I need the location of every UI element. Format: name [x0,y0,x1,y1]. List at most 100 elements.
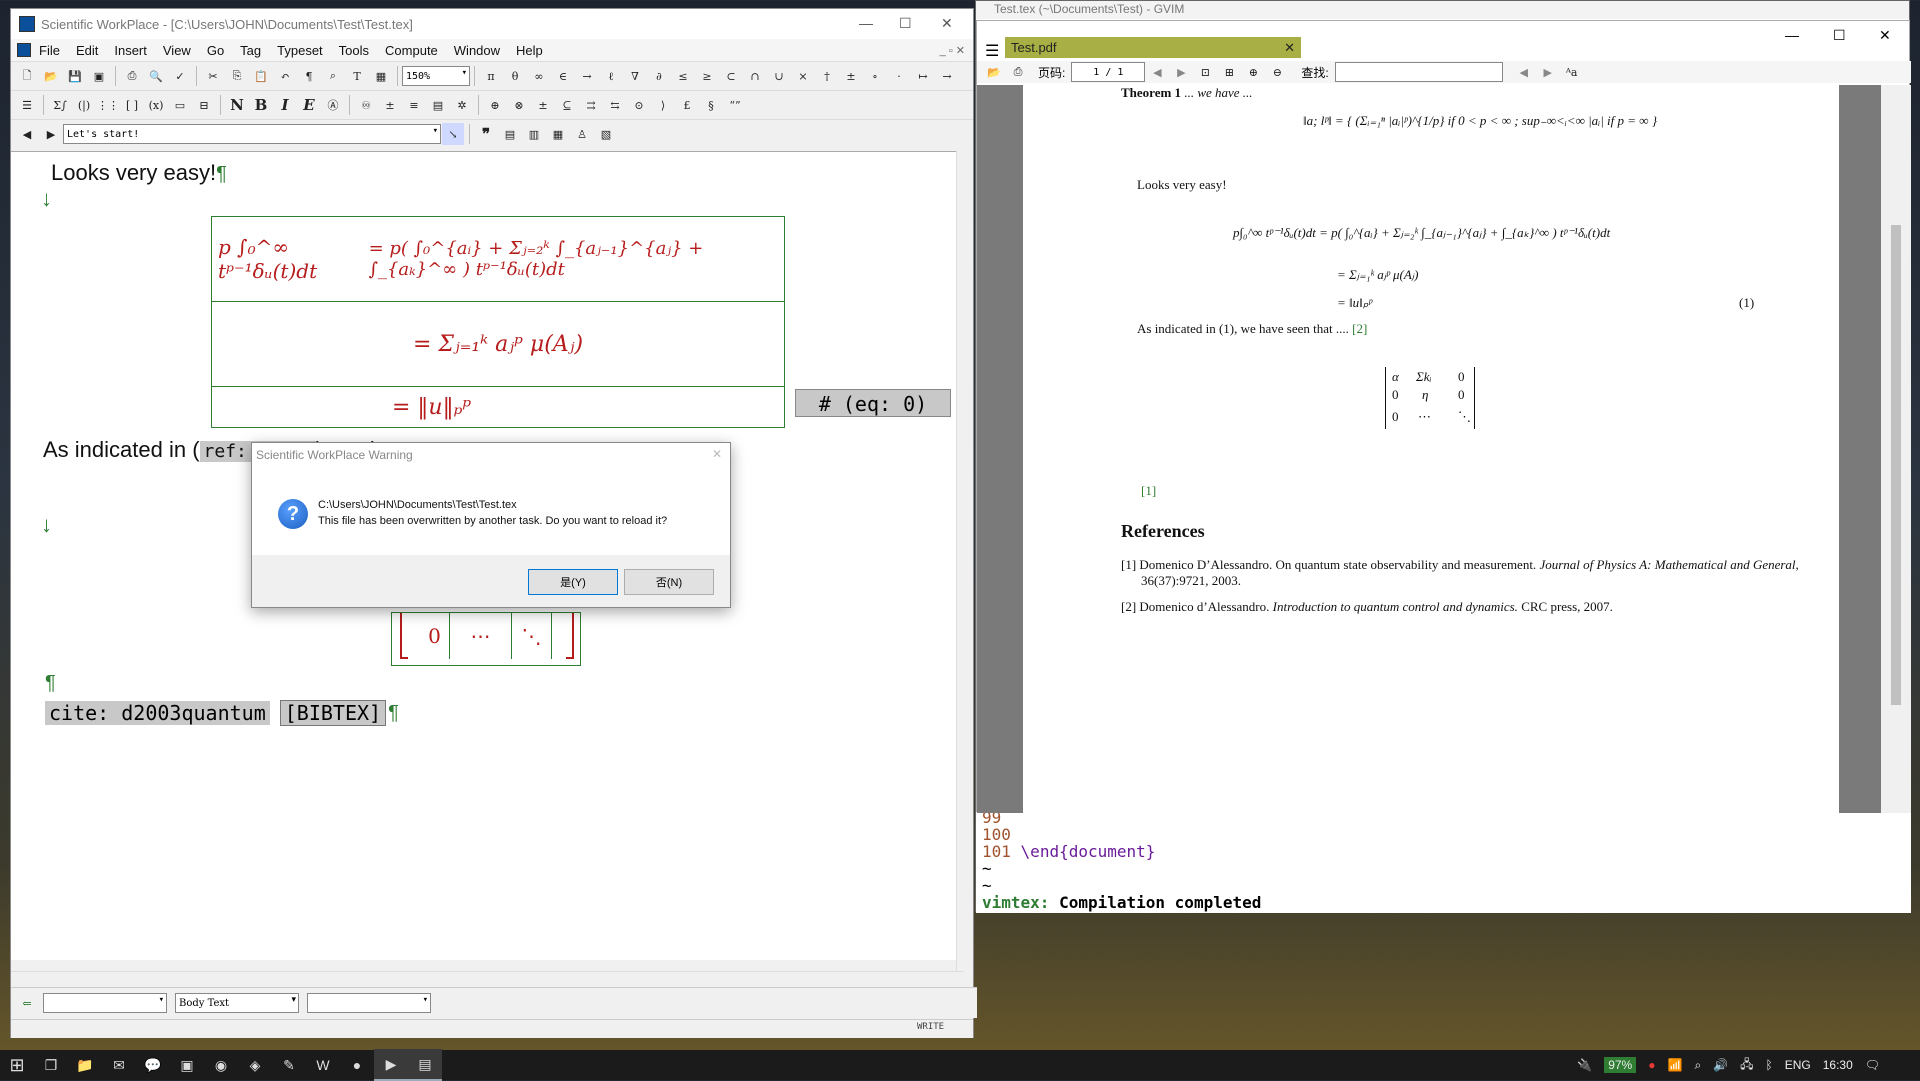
tools-icon[interactable]: ✲ [451,94,473,116]
spellcheck-icon[interactable]: ✓ [169,65,191,87]
tab-close-icon[interactable]: ✕ [1284,37,1295,58]
menu-insert[interactable]: Insert [114,43,147,58]
bold-icon[interactable]: B [250,94,272,116]
print-icon[interactable]: ⎙ [1007,61,1029,83]
minimize-icon[interactable]: — [1785,27,1799,43]
operator-6-icon[interactable]: ⇆ [604,94,626,116]
pdf-viewport[interactable]: Theorem 1 ... we have ... ‖a; lᵖ‖ = { (Σ… [977,85,1911,813]
scrollbar-thumb[interactable] [1891,225,1901,705]
doc-tool-2-icon[interactable]: ▥ [523,123,545,145]
bluetooth-icon[interactable]: ᛒ [1766,1058,1773,1072]
chrome-icon[interactable]: ◉ [204,1050,238,1080]
forward-icon[interactable]: ▶ [40,123,62,145]
wechat-icon[interactable]: 💬 [136,1050,170,1080]
subset-symbol-icon[interactable]: ⊂ [720,65,742,87]
search-input[interactable] [1334,62,1503,82]
dialog-close-icon[interactable]: ✕ [712,447,722,461]
cap-symbol-icon[interactable]: ∩ [744,65,766,87]
pdf-vertical-scrollbar[interactable] [1881,85,1911,813]
minimize-icon[interactable]: — [859,15,873,31]
file-explorer-icon[interactable]: 📁 [68,1050,102,1080]
cite-box[interactable]: cite: d2003quantum [45,701,270,725]
expression-icon[interactable]: (x) [145,94,167,116]
page-input[interactable]: 1 / 1 [1071,62,1146,82]
emphasis-icon[interactable]: E [298,94,320,116]
quote-mark-icon[interactable]: ❞ [475,123,497,145]
operator-1-icon[interactable]: ⊕ [484,94,506,116]
mail-icon[interactable]: ✉ [102,1050,136,1080]
menu-view[interactable]: View [163,43,191,58]
battery-indicator[interactable]: 97% [1604,1057,1637,1073]
section-style-select[interactable]: ▾ [43,993,167,1013]
mdi-controls-icon[interactable]: _ ▫ ✕ [940,44,965,57]
matrix-box[interactable]: 0 ⋯ ⋱ [391,612,581,666]
menu-tag[interactable]: Tag [240,43,261,58]
vim-buffer[interactable]: 99 100 101 \end{document} ~ ~ vimtex: Co… [976,809,1911,913]
app-icon[interactable]: ◈ [238,1050,272,1080]
paragraph-list-icon[interactable]: ☰ [16,94,38,116]
copy-icon[interactable]: ⎘ [226,65,248,87]
operator-5-icon[interactable]: ⇉ [580,94,602,116]
clock[interactable]: 16:30 [1823,1058,1853,1072]
fonts-icon[interactable]: Ⓐ [322,94,344,116]
wifi-icon[interactable]: 📶 [1667,1058,1682,1072]
normal-text-icon[interactable]: N [226,94,248,116]
fraction-icon[interactable]: ▭ [169,94,191,116]
sum-template-icon[interactable]: Σ∫ [49,94,71,116]
menu-typeset[interactable]: Typeset [277,43,323,58]
table-icon[interactable]: ▦ [370,65,392,87]
search-next-icon[interactable]: ▶ [1537,61,1559,83]
menu-tools[interactable]: Tools [339,43,369,58]
zoom-select[interactable]: 150% ▾ [402,66,470,86]
menu-window[interactable]: Window [454,43,500,58]
math-display-icon[interactable]: ≡ [403,94,425,116]
zoom-out-icon[interactable]: ⊖ [1266,61,1288,83]
dagger-symbol-icon[interactable]: † [816,65,838,87]
theta-symbol-icon[interactable]: θ [504,65,526,87]
doc-tool-3-icon[interactable]: ▦ [547,123,569,145]
app-icon[interactable]: ✎ [272,1050,306,1080]
element-of-icon[interactable]: ∈ [552,65,574,87]
cdot-symbol-icon[interactable]: · [888,65,910,87]
operator-10-icon[interactable]: § [700,94,722,116]
print-icon[interactable]: ⎙ [121,65,143,87]
operator-9-icon[interactable]: £ [676,94,698,116]
power-icon[interactable]: 🔌 [1577,1058,1592,1072]
mapsto-symbol-icon[interactable]: ↦ [912,65,934,87]
maximize-icon[interactable]: ☐ [899,15,912,32]
cup-symbol-icon[interactable]: ∪ [768,65,790,87]
menu-edit[interactable]: Edit [76,43,98,58]
volume-icon[interactable]: 🔊 [1713,1058,1728,1072]
prev-page-icon[interactable]: ◀ [1146,61,1168,83]
equation-array[interactable]: p ∫₀^∞ tᵖ⁻¹δᵤ(t)dt = p( ∫₀^{aᵢ} + Σⱼ₌₂ᵏ … [211,216,785,428]
menu-help[interactable]: Help [516,43,543,58]
fit-page-icon[interactable]: ⊡ [1194,61,1216,83]
open-file-icon[interactable]: 📂 [40,65,62,87]
new-file-icon[interactable]: 🗋 [16,65,38,87]
save-icon[interactable]: 💾 [64,65,86,87]
ell-symbol-icon[interactable]: ℓ [600,65,622,87]
zoom-in-icon[interactable]: ⊕ [1242,61,1264,83]
cut-icon[interactable]: ✂ [202,65,224,87]
text-style-select[interactable]: ▾ [307,993,431,1013]
horizontal-scrollbar[interactable] [11,971,964,988]
open-icon[interactable]: 📂 [983,61,1005,83]
tag-icon[interactable]: ± [379,94,401,116]
binoculars-icon[interactable]: ♾ [355,94,377,116]
doc-tool-5-icon[interactable]: ▧ [595,123,617,145]
vertical-scrollbar[interactable] [956,151,973,973]
menu-file[interactable]: File [39,43,60,58]
network-icon[interactable]: 🖧 [1740,1055,1753,1076]
body-style-select[interactable]: Body Text ▾ [175,993,299,1013]
hamburger-menu-icon[interactable]: ☰ [985,41,999,61]
lang-indicator[interactable]: ENG [1785,1058,1811,1072]
bibtex-button[interactable]: [BIBTEX] [279,700,387,726]
operator-icon[interactable]: ⊟ [193,94,215,116]
yes-button[interactable]: 是(Y) [528,569,618,595]
swp-taskbar-icon[interactable]: ▤ [408,1049,442,1081]
quotes-icon[interactable]: “” [724,94,746,116]
equation-label-box[interactable]: # (eq: 0) [795,389,951,417]
infinity-symbol-icon[interactable]: ∞ [528,65,550,87]
cite-link[interactable]: [1] [1141,483,1156,499]
right-arrow-symbol-icon[interactable]: → [576,65,598,87]
